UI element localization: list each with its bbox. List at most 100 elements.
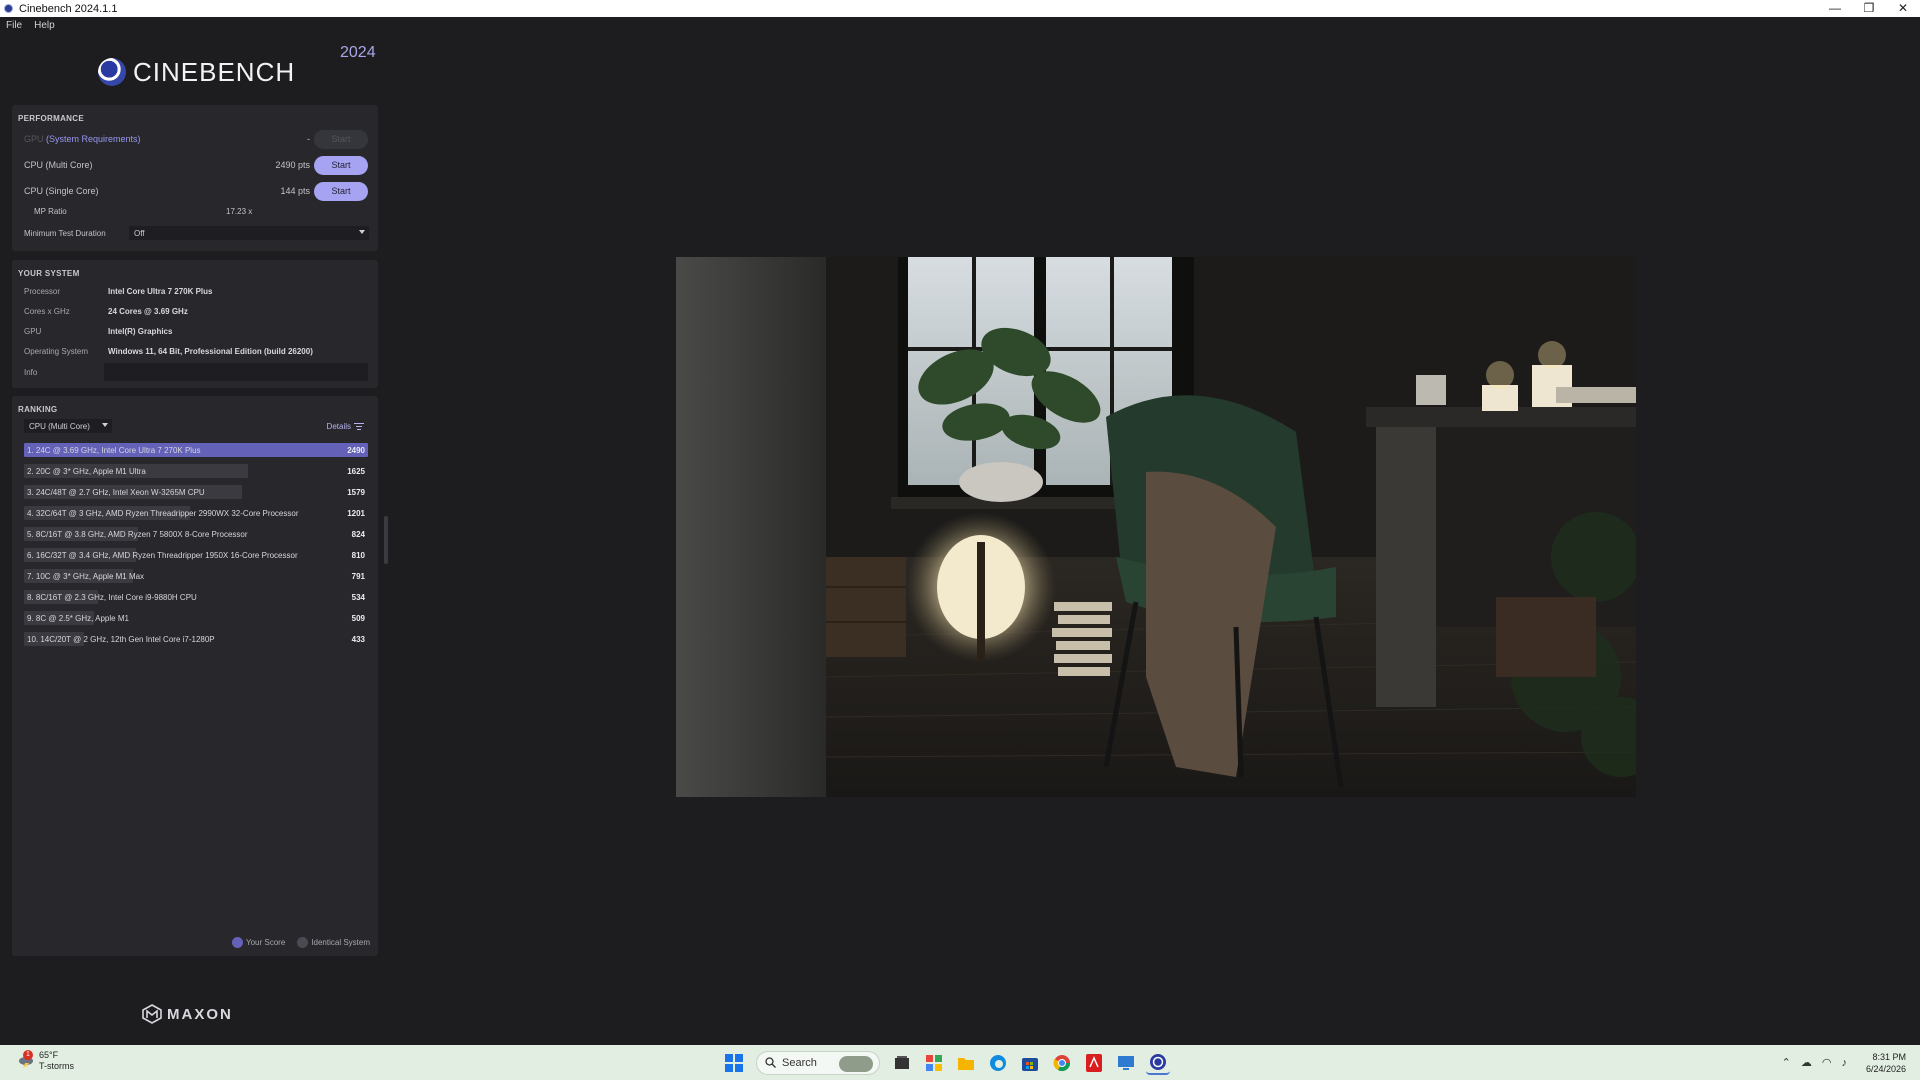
weather-desc: T-storms — [39, 1061, 74, 1071]
ranking-row[interactable]: 8. 8C/16T @ 2.3 GHz, Intel Core i9-9880H… — [24, 590, 368, 604]
your-score-label: Your Score — [246, 938, 286, 947]
onedrive-icon[interactable]: ☁ — [1801, 1056, 1812, 1069]
ranking-score: 791 — [351, 571, 365, 581]
chevron-down-icon — [102, 423, 108, 427]
ranking-score: 1579 — [347, 487, 365, 497]
restore-button[interactable]: ❐ — [1852, 0, 1886, 17]
maxon-logo-icon — [142, 1004, 162, 1024]
panel-resize-handle[interactable] — [384, 516, 388, 564]
identical-system-dot — [297, 937, 309, 948]
remote-desktop-button[interactable] — [1114, 1051, 1138, 1075]
ranking-score: 824 — [351, 529, 365, 539]
file-explorer-button[interactable] — [954, 1051, 978, 1075]
cpu-multi-row: CPU (Multi Core) 2490 pts Start — [24, 155, 368, 175]
monitor-icon — [1118, 1055, 1134, 1070]
store-app-button[interactable] — [1018, 1051, 1042, 1075]
chevron-up-icon[interactable]: ⌃ — [1782, 1056, 1791, 1069]
edge-icon — [990, 1054, 1006, 1071]
details-button[interactable]: Details — [327, 422, 364, 431]
wifi-icon[interactable]: ◠ — [1822, 1056, 1832, 1069]
os-row: Operating System Windows 11, 64 Bit, Pro… — [24, 346, 313, 356]
ranking-score: 509 — [351, 613, 365, 623]
search-label: Search — [782, 1056, 817, 1069]
cpu-multi-score: 2490 pts — [275, 160, 310, 170]
chrome-button[interactable] — [1050, 1051, 1074, 1075]
mp-ratio-row: MP Ratio 17.23 x — [24, 204, 368, 218]
ranking-row[interactable]: 4. 32C/64T @ 3 GHz, AMD Ryzen Threadripp… — [24, 506, 368, 520]
search-highlight-icon — [839, 1055, 873, 1072]
processor-row: Processor Intel Core Ultra 7 270K Plus — [24, 286, 213, 296]
mp-ratio-value: 17.23 x — [226, 206, 253, 216]
performance-title: PERFORMANCE — [18, 114, 84, 123]
window-controls: — ❐ ✕ — [1818, 0, 1920, 17]
cinebench-taskbar-button[interactable] — [1146, 1051, 1170, 1075]
ranking-score: 534 — [351, 592, 365, 602]
ranking-name: 5. 8C/16T @ 3.8 GHz, AMD Ryzen 7 5800X 8… — [27, 529, 248, 539]
ranking-name: 6. 16C/32T @ 3.4 GHz, AMD Ryzen Threadri… — [27, 550, 298, 560]
os-value: Windows 11, 64 Bit, Professional Edition… — [108, 346, 313, 356]
your-system-title: YOUR SYSTEM — [18, 269, 80, 278]
cpu-multi-start-button[interactable]: Start — [314, 155, 368, 175]
cinebench-app-icon — [4, 4, 13, 13]
ranking-legend: Your Score Identical System — [220, 937, 370, 948]
ranking-title: RANKING — [18, 405, 58, 414]
ranking-row[interactable]: 7. 10C @ 3* GHz, Apple M1 Max 791 — [24, 569, 368, 583]
weather-widget[interactable]: 1 65°F T-storms — [18, 1050, 74, 1072]
cpu-single-score: 144 pts — [280, 186, 310, 196]
maxon-text: MAXON — [167, 1005, 233, 1023]
ranking-row[interactable]: 2. 20C @ 3* GHz, Apple M1 Ultra 1625 — [24, 464, 368, 478]
store-icon — [1022, 1057, 1038, 1071]
ranking-row[interactable]: 10. 14C/20T @ 2 GHz, 12th Gen Intel Core… — [24, 632, 368, 646]
version-year: 2024 — [340, 44, 376, 61]
ranking-name: 9. 8C @ 2.5* GHz, Apple M1 — [27, 613, 129, 623]
folder-icon — [958, 1057, 974, 1070]
ranking-name: 4. 32C/64T @ 3 GHz, AMD Ryzen Threadripp… — [27, 508, 299, 518]
weather-alert-badge: 1 — [23, 1050, 33, 1060]
system-tray: ⌃ ☁ ◠ ♪ 8:31 PM 6/24/2026 — [1777, 1049, 1906, 1076]
gpu-start-button[interactable]: Start — [314, 129, 368, 149]
ranking-type-value: CPU (Multi Core) — [29, 421, 90, 431]
cpu-multi-label: CPU (Multi Core) — [24, 160, 93, 170]
ranking-type-dropdown[interactable]: CPU (Multi Core) — [24, 419, 112, 433]
widgets-app-button[interactable] — [922, 1051, 946, 1075]
cpu-single-label: CPU (Single Core) — [24, 186, 99, 196]
min-duration-dropdown[interactable]: Off — [129, 226, 369, 240]
start-button[interactable] — [722, 1051, 746, 1075]
ranking-name: 3. 24C/48T @ 2.7 GHz, Intel Xeon W-3265M… — [27, 487, 205, 497]
clock-date: 6/24/2026 — [1865, 1063, 1906, 1074]
task-view-button[interactable] — [890, 1051, 914, 1075]
widgets-icon — [926, 1054, 942, 1071]
taskbar-clock[interactable]: 8:31 PM 6/24/2026 — [1866, 1051, 1906, 1075]
system-requirements-link[interactable]: (System Requirements) — [46, 134, 141, 144]
gpu-value: - — [307, 134, 310, 144]
ranking-row[interactable]: 6. 16C/32T @ 3.4 GHz, AMD Ryzen Threadri… — [24, 548, 368, 562]
ranking-row[interactable]: 1. 24C @ 3.69 GHz, Intel Core Ultra 7 27… — [24, 443, 368, 457]
mp-ratio-label: MP Ratio — [34, 206, 67, 216]
clock-time: 8:31 PM — [1872, 1051, 1906, 1062]
windows-taskbar: 1 65°F T-storms Search ⌃ ☁ ◠ ♪ 8:31 PM 6… — [0, 1045, 1920, 1080]
info-input[interactable] — [104, 363, 368, 381]
taskbar-search[interactable]: Search — [756, 1050, 880, 1075]
details-label: Details — [326, 422, 351, 431]
menu-file[interactable]: File — [0, 20, 28, 31]
menu-help[interactable]: Help — [28, 20, 61, 31]
ranking-name: 10. 14C/20T @ 2 GHz, 12th Gen Intel Core… — [27, 634, 215, 644]
close-button[interactable]: ✕ — [1886, 0, 1920, 17]
pdf-app-button[interactable] — [1082, 1051, 1106, 1075]
ranking-row[interactable]: 5. 8C/16T @ 3.8 GHz, AMD Ryzen 7 5800X 8… — [24, 527, 368, 541]
cpu-single-start-button[interactable]: Start — [314, 181, 368, 201]
ranking-row[interactable]: 3. 24C/48T @ 2.7 GHz, Intel Xeon W-3265M… — [24, 485, 368, 499]
ranking-name: 2. 20C @ 3* GHz, Apple M1 Ultra — [27, 466, 146, 476]
ranking-score: 1625 — [347, 466, 365, 476]
menu-bar: File Help — [0, 17, 1920, 34]
cores-value: 24 Cores @ 3.69 GHz — [108, 306, 188, 316]
processor-value: Intel Core Ultra 7 270K Plus — [108, 286, 213, 296]
ranking-row[interactable]: 9. 8C @ 2.5* GHz, Apple M1 509 — [24, 611, 368, 625]
edge-browser-button[interactable] — [986, 1051, 1010, 1075]
gpu-info-value: Intel(R) Graphics — [108, 326, 173, 336]
minimize-button[interactable]: — — [1818, 0, 1852, 17]
cinebench-logo: CINEBENCH — [98, 56, 295, 88]
render-scene-image — [676, 257, 1636, 797]
taskbar-apps: Search — [718, 1049, 1174, 1076]
volume-icon[interactable]: ♪ — [1841, 1057, 1847, 1069]
